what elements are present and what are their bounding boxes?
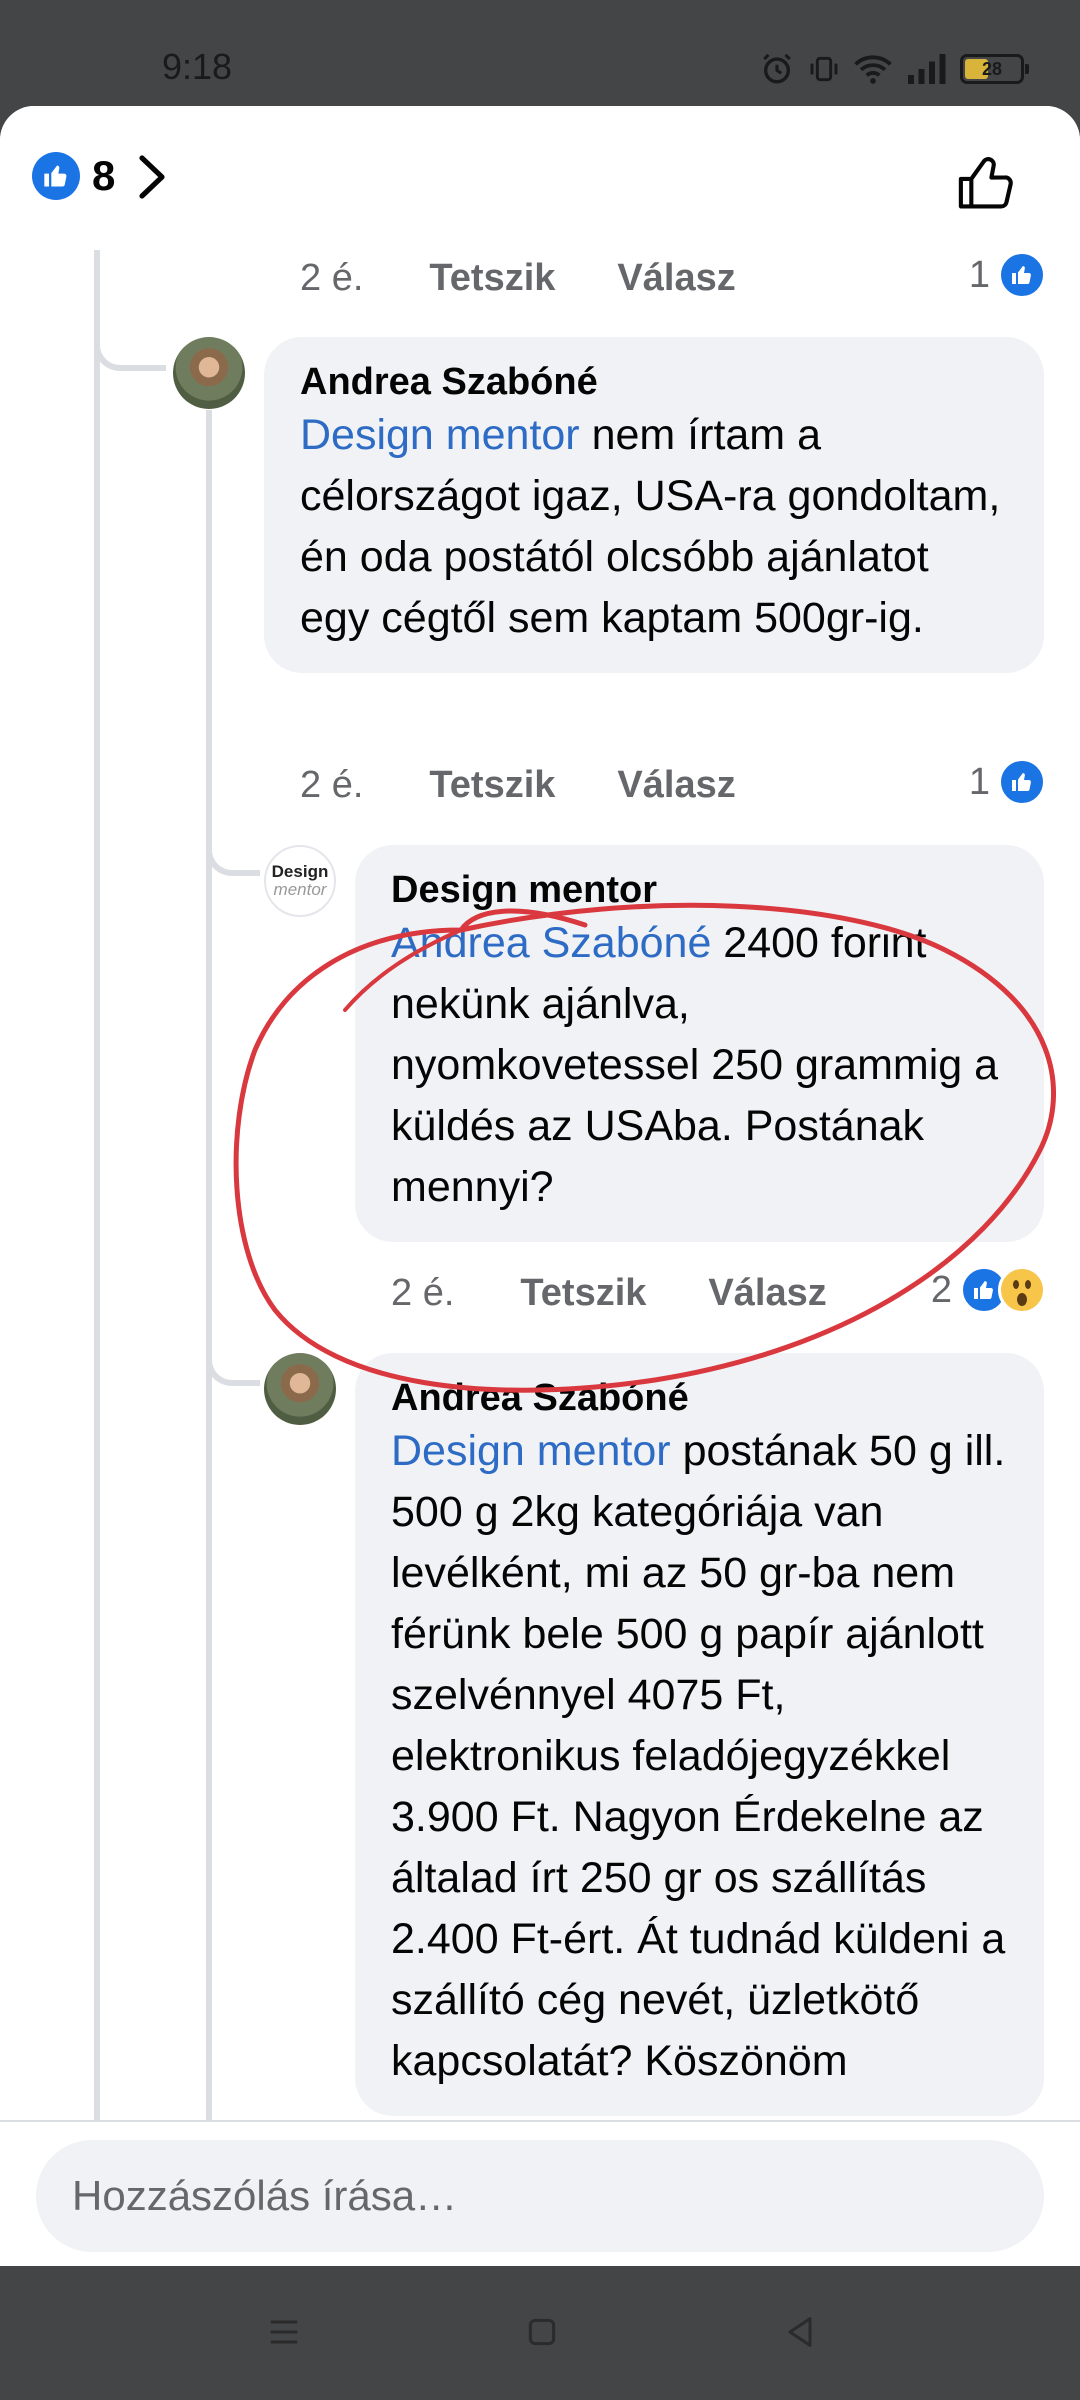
- comment-bubble: Andrea Szabóné Design mentor nem írtam a…: [264, 337, 1044, 673]
- mention-link[interactable]: Andrea Szabóné: [391, 919, 711, 967]
- wow-icon: [998, 1266, 1046, 1314]
- comment-time: 2 é.: [391, 1271, 455, 1314]
- like-icon[interactable]: [32, 152, 80, 200]
- comment-author[interactable]: Design mentor: [391, 867, 1008, 913]
- menu-icon[interactable]: [264, 2312, 304, 2352]
- status-bar: 9:18 28: [0, 0, 1080, 106]
- comment-actions: 2 é. Tetszik Válasz: [300, 253, 798, 303]
- comment-thread[interactable]: 2 é. Tetszik Válasz 1 Andrea Szabóné Des…: [0, 250, 1080, 2120]
- reply-action[interactable]: Válasz: [708, 1272, 826, 1315]
- reaction-count: 2: [930, 1268, 952, 1311]
- comment-time: 2 é.: [300, 256, 364, 299]
- navigation-bar: [0, 2266, 1080, 2400]
- comment-author[interactable]: Andrea Szabóné: [300, 359, 1008, 405]
- comment-actions: 2 é. Tetszik Válasz: [300, 760, 798, 810]
- thumbs-up-outline-icon[interactable]: [954, 150, 1020, 216]
- comment-input[interactable]: [36, 2140, 1044, 2252]
- battery-level: 28: [981, 59, 1003, 79]
- home-icon[interactable]: [522, 2312, 562, 2352]
- avatar[interactable]: [173, 337, 245, 409]
- reaction-count: 1: [968, 760, 990, 803]
- wifi-icon: [854, 55, 892, 84]
- status-time: 9:18: [162, 46, 233, 87]
- battery-icon: 28: [960, 54, 1029, 84]
- comment-text: Andrea Szabóné 2400 forint nekünk ajánlv…: [391, 913, 1008, 1218]
- avatar[interactable]: [264, 1353, 336, 1425]
- comment-author[interactable]: Andrea Szabóné: [391, 1375, 1008, 1421]
- comments-sheet: 8 2 é. Tetszik Válasz 1 Andrea Szabóné D…: [0, 106, 1080, 2266]
- chevron-right-icon[interactable]: [136, 154, 170, 200]
- thread-line: [94, 250, 100, 2120]
- avatar-logo-line: Design: [271, 862, 329, 881]
- reply-action[interactable]: Válasz: [617, 764, 735, 807]
- mention-link[interactable]: Design mentor: [391, 1427, 671, 1475]
- comment-text: Design mentor postának 50 g ill. 500 g 2…: [391, 1421, 1008, 2092]
- thread-connector: [94, 250, 166, 371]
- like-action[interactable]: Tetszik: [429, 764, 555, 807]
- vibrate-icon: [810, 56, 838, 82]
- like-action[interactable]: Tetszik: [429, 257, 555, 300]
- comment-text: Design mentor nem írtam a célországot ig…: [300, 405, 1008, 649]
- like-icon: [998, 758, 1046, 806]
- comment-body: postának 50 g ill. 500 g 2kg kategóriája…: [391, 1427, 1006, 2085]
- status-icons: 28: [760, 52, 1029, 86]
- footer-divider: [0, 2120, 1080, 2122]
- mention-link[interactable]: Design mentor: [300, 411, 580, 459]
- signal-icon: [908, 54, 946, 84]
- comment-reactions[interactable]: 2: [931, 1265, 1046, 1315]
- avatar-logo-line: mentor: [273, 880, 327, 899]
- comment-actions: 2 é. Tetszik Válasz: [391, 1268, 889, 1318]
- like-icon: [998, 251, 1046, 299]
- avatar[interactable]: Design mentor: [264, 845, 336, 917]
- alarm-icon: [763, 53, 791, 84]
- thread-connector: [206, 1230, 260, 1386]
- reply-action[interactable]: Válasz: [617, 257, 735, 300]
- like-action[interactable]: Tetszik: [520, 1272, 646, 1315]
- sheet-header: 8: [0, 106, 1080, 250]
- back-icon[interactable]: [780, 2312, 820, 2352]
- comment-reactions[interactable]: 1: [969, 250, 1046, 300]
- comment-time: 2 é.: [300, 763, 364, 806]
- thread-connector: [206, 720, 260, 876]
- reaction-count[interactable]: 8: [92, 152, 115, 200]
- comment-bubble: Design mentor Andrea Szabóné 2400 forint…: [355, 845, 1044, 1242]
- reaction-count: 1: [968, 253, 990, 296]
- comment-bubble: Andrea Szabóné Design mentor postának 50…: [355, 1353, 1044, 2116]
- comment-reactions[interactable]: 1: [969, 757, 1046, 807]
